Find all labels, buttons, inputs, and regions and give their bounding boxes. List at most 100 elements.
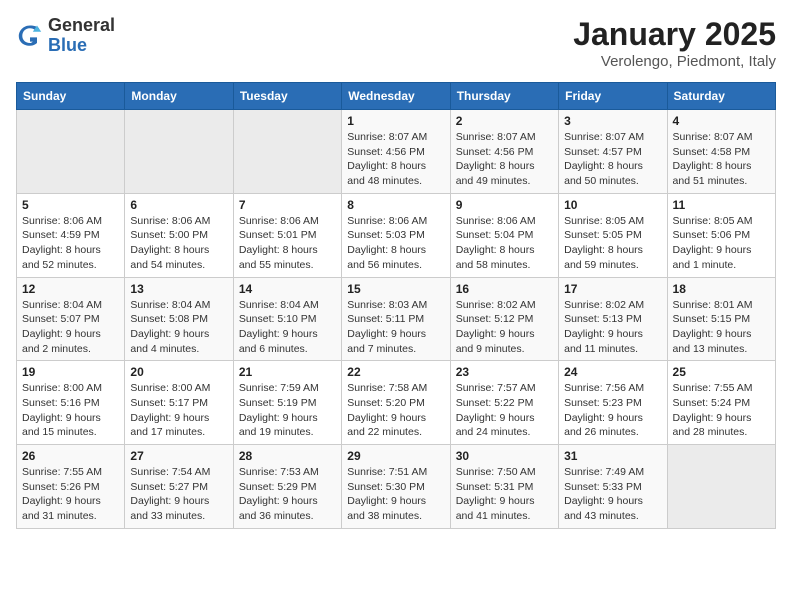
week-row-1: 1 Sunrise: 8:07 AM Sunset: 4:56 PM Daylig…	[17, 110, 776, 194]
day-info: Sunrise: 8:05 AM Sunset: 5:06 PM Dayligh…	[673, 214, 770, 273]
weekday-header-wednesday: Wednesday	[342, 83, 450, 110]
day-number: 18	[673, 282, 770, 296]
day-info: Sunrise: 7:51 AM Sunset: 5:30 PM Dayligh…	[347, 465, 444, 524]
day-number: 26	[22, 449, 119, 463]
weekday-header-sunday: Sunday	[17, 83, 125, 110]
calendar-table: SundayMondayTuesdayWednesdayThursdayFrid…	[16, 82, 776, 529]
day-number: 9	[456, 198, 553, 212]
day-number: 7	[239, 198, 336, 212]
day-number: 5	[22, 198, 119, 212]
calendar-cell: 17 Sunrise: 8:02 AM Sunset: 5:13 PM Dayli…	[559, 277, 667, 361]
calendar-cell: 14 Sunrise: 8:04 AM Sunset: 5:10 PM Dayli…	[233, 277, 341, 361]
calendar-cell: 24 Sunrise: 7:56 AM Sunset: 5:23 PM Dayli…	[559, 361, 667, 445]
calendar-cell: 12Sunrise: 8:04 AM Sunset: 5:07 PM Dayli…	[17, 277, 125, 361]
day-number: 28	[239, 449, 336, 463]
calendar-cell	[125, 110, 233, 194]
day-info: Sunrise: 8:00 AM Sunset: 5:16 PM Dayligh…	[22, 381, 119, 440]
calendar-cell: 7Sunrise: 8:06 AM Sunset: 5:01 PM Daylig…	[233, 193, 341, 277]
calendar-cell: 8 Sunrise: 8:06 AM Sunset: 5:03 PM Daylig…	[342, 193, 450, 277]
day-info: Sunrise: 7:59 AM Sunset: 5:19 PM Dayligh…	[239, 381, 336, 440]
day-info: Sunrise: 8:04 AM Sunset: 5:08 PM Dayligh…	[130, 298, 227, 357]
calendar-cell	[17, 110, 125, 194]
calendar-cell: 23 Sunrise: 7:57 AM Sunset: 5:22 PM Dayli…	[450, 361, 558, 445]
day-number: 17	[564, 282, 661, 296]
day-number: 21	[239, 365, 336, 379]
day-info: Sunrise: 7:56 AM Sunset: 5:23 PM Dayligh…	[564, 381, 661, 440]
day-info: Sunrise: 8:06 AM Sunset: 5:00 PM Dayligh…	[130, 214, 227, 273]
day-info: Sunrise: 8:07 AM Sunset: 4:56 PM Dayligh…	[456, 130, 553, 189]
day-number: 6	[130, 198, 227, 212]
day-number: 23	[456, 365, 553, 379]
day-number: 24	[564, 365, 661, 379]
week-row-3: 12Sunrise: 8:04 AM Sunset: 5:07 PM Dayli…	[17, 277, 776, 361]
calendar-cell: 27 Sunrise: 7:54 AM Sunset: 5:27 PM Dayli…	[125, 445, 233, 529]
day-info: Sunrise: 7:49 AM Sunset: 5:33 PM Dayligh…	[564, 465, 661, 524]
calendar-cell: 2 Sunrise: 8:07 AM Sunset: 4:56 PM Daylig…	[450, 110, 558, 194]
location-subtitle: Verolengo, Piedmont, Italy	[573, 53, 776, 70]
day-number: 15	[347, 282, 444, 296]
calendar-cell: 26 Sunrise: 7:55 AM Sunset: 5:26 PM Dayli…	[17, 445, 125, 529]
day-number: 12	[22, 282, 119, 296]
day-info: Sunrise: 7:55 AM Sunset: 5:24 PM Dayligh…	[673, 381, 770, 440]
day-number: 22	[347, 365, 444, 379]
day-info: Sunrise: 8:06 AM Sunset: 5:04 PM Dayligh…	[456, 214, 553, 273]
week-row-4: 19Sunrise: 8:00 AM Sunset: 5:16 PM Dayli…	[17, 361, 776, 445]
calendar-cell: 30Sunrise: 7:50 AM Sunset: 5:31 PM Dayli…	[450, 445, 558, 529]
day-number: 11	[673, 198, 770, 212]
calendar-cell: 31Sunrise: 7:49 AM Sunset: 5:33 PM Dayli…	[559, 445, 667, 529]
day-number: 13	[130, 282, 227, 296]
calendar-cell: 3 Sunrise: 8:07 AM Sunset: 4:57 PM Daylig…	[559, 110, 667, 194]
logo-text: General Blue	[48, 16, 115, 56]
calendar-cell: 15 Sunrise: 8:03 AM Sunset: 5:11 PM Dayli…	[342, 277, 450, 361]
day-info: Sunrise: 8:01 AM Sunset: 5:15 PM Dayligh…	[673, 298, 770, 357]
page-header: General Blue January 2025 Verolengo, Pie…	[16, 16, 776, 70]
day-info: Sunrise: 7:54 AM Sunset: 5:27 PM Dayligh…	[130, 465, 227, 524]
calendar-cell: 28Sunrise: 7:53 AM Sunset: 5:29 PM Dayli…	[233, 445, 341, 529]
day-info: Sunrise: 8:07 AM Sunset: 4:57 PM Dayligh…	[564, 130, 661, 189]
day-info: Sunrise: 7:58 AM Sunset: 5:20 PM Dayligh…	[347, 381, 444, 440]
logo-icon	[16, 22, 44, 50]
weekday-header-tuesday: Tuesday	[233, 83, 341, 110]
calendar-cell: 19Sunrise: 8:00 AM Sunset: 5:16 PM Dayli…	[17, 361, 125, 445]
calendar-cell: 4 Sunrise: 8:07 AM Sunset: 4:58 PM Daylig…	[667, 110, 775, 194]
calendar-cell: 11 Sunrise: 8:05 AM Sunset: 5:06 PM Dayli…	[667, 193, 775, 277]
day-number: 30	[456, 449, 553, 463]
day-info: Sunrise: 8:00 AM Sunset: 5:17 PM Dayligh…	[130, 381, 227, 440]
day-info: Sunrise: 7:57 AM Sunset: 5:22 PM Dayligh…	[456, 381, 553, 440]
calendar-cell: 22 Sunrise: 7:58 AM Sunset: 5:20 PM Dayli…	[342, 361, 450, 445]
day-number: 27	[130, 449, 227, 463]
calendar-cell	[233, 110, 341, 194]
day-number: 16	[456, 282, 553, 296]
calendar-cell: 21 Sunrise: 7:59 AM Sunset: 5:19 PM Dayli…	[233, 361, 341, 445]
day-info: Sunrise: 8:02 AM Sunset: 5:12 PM Dayligh…	[456, 298, 553, 357]
day-info: Sunrise: 8:05 AM Sunset: 5:05 PM Dayligh…	[564, 214, 661, 273]
day-info: Sunrise: 8:04 AM Sunset: 5:10 PM Dayligh…	[239, 298, 336, 357]
day-info: Sunrise: 8:02 AM Sunset: 5:13 PM Dayligh…	[564, 298, 661, 357]
logo: General Blue	[16, 16, 115, 56]
day-info: Sunrise: 8:06 AM Sunset: 5:03 PM Dayligh…	[347, 214, 444, 273]
day-number: 4	[673, 114, 770, 128]
day-number: 1	[347, 114, 444, 128]
weekday-header-saturday: Saturday	[667, 83, 775, 110]
calendar-cell: 10 Sunrise: 8:05 AM Sunset: 5:05 PM Dayli…	[559, 193, 667, 277]
day-info: Sunrise: 8:06 AM Sunset: 4:59 PM Dayligh…	[22, 214, 119, 273]
calendar-cell: 1 Sunrise: 8:07 AM Sunset: 4:56 PM Daylig…	[342, 110, 450, 194]
weekday-header-row: SundayMondayTuesdayWednesdayThursdayFrid…	[17, 83, 776, 110]
day-number: 14	[239, 282, 336, 296]
logo-general: General	[48, 16, 115, 36]
day-number: 20	[130, 365, 227, 379]
day-number: 29	[347, 449, 444, 463]
calendar-cell: 9 Sunrise: 8:06 AM Sunset: 5:04 PM Daylig…	[450, 193, 558, 277]
calendar-cell: 29 Sunrise: 7:51 AM Sunset: 5:30 PM Dayli…	[342, 445, 450, 529]
day-info: Sunrise: 7:55 AM Sunset: 5:26 PM Dayligh…	[22, 465, 119, 524]
day-info: Sunrise: 8:03 AM Sunset: 5:11 PM Dayligh…	[347, 298, 444, 357]
day-number: 3	[564, 114, 661, 128]
day-number: 8	[347, 198, 444, 212]
day-info: Sunrise: 8:07 AM Sunset: 4:58 PM Dayligh…	[673, 130, 770, 189]
day-number: 10	[564, 198, 661, 212]
day-number: 2	[456, 114, 553, 128]
day-info: Sunrise: 8:07 AM Sunset: 4:56 PM Dayligh…	[347, 130, 444, 189]
week-row-2: 5 Sunrise: 8:06 AM Sunset: 4:59 PM Daylig…	[17, 193, 776, 277]
calendar-cell: 20 Sunrise: 8:00 AM Sunset: 5:17 PM Dayli…	[125, 361, 233, 445]
calendar-cell: 13 Sunrise: 8:04 AM Sunset: 5:08 PM Dayli…	[125, 277, 233, 361]
